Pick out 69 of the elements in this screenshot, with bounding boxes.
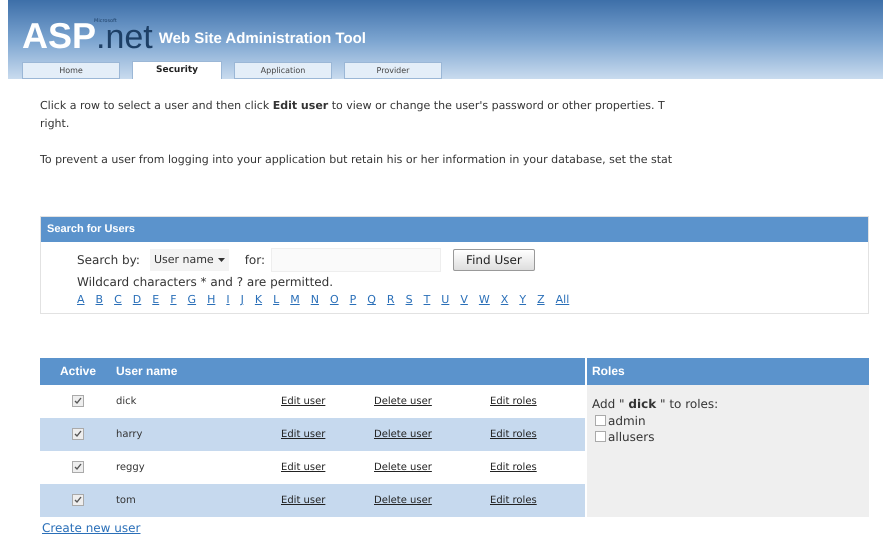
letter-link[interactable]: E xyxy=(152,292,160,308)
create-user-link[interactable]: Create new user xyxy=(42,518,140,536)
caret-icon xyxy=(218,258,225,262)
user-row[interactable]: harry Edit user Delete user Edit roles xyxy=(40,418,585,450)
user-name: reggy xyxy=(116,460,146,474)
delete-user-link[interactable]: Delete user xyxy=(374,460,490,474)
letter-link[interactable]: D xyxy=(132,292,142,308)
letter-link[interactable]: Y xyxy=(519,292,526,308)
letter-link[interactable]: B xyxy=(96,292,104,308)
tab[interactable]: Security xyxy=(132,61,222,79)
roles-prompt: Add " dick " to roles: xyxy=(591,396,720,412)
user-row[interactable]: tom Edit user Delete user Edit roles xyxy=(40,484,585,516)
letter-link[interactable]: A xyxy=(77,292,85,308)
user-name: harry xyxy=(116,428,144,442)
letter-link[interactable]: G xyxy=(188,292,196,308)
tab[interactable]: Provider xyxy=(344,62,442,79)
edit-roles-link[interactable]: Edit roles xyxy=(490,492,537,508)
letter-link[interactable]: R xyxy=(386,292,395,308)
letter-link[interactable]: S xyxy=(406,292,413,308)
letter-link[interactable]: V xyxy=(460,292,468,308)
app-title: Web Site Administration Tool xyxy=(158,28,366,48)
letter-link[interactable]: O xyxy=(330,292,339,308)
letter-link[interactable]: F xyxy=(170,292,177,308)
letter-link[interactable]: T xyxy=(424,292,430,308)
role-label: admin xyxy=(608,412,646,428)
delete-user-link[interactable]: Delete user xyxy=(374,426,490,442)
field-label: Search by: xyxy=(77,252,140,269)
tab[interactable]: Home xyxy=(22,62,120,79)
intro-text: right. xyxy=(40,116,70,132)
letter-link[interactable]: W xyxy=(478,292,490,308)
edit-roles-link[interactable]: Edit roles xyxy=(490,460,537,474)
delete-user-link[interactable]: Delete user xyxy=(374,394,490,408)
intro-text: To prevent a user from logging into your application but retain his or her information in your database, set the stat xyxy=(40,152,674,168)
field-label: for: xyxy=(244,252,266,269)
intro-text: Click a row to select a user and then click Edit user to view or change the user's password or other properties. T xyxy=(40,98,666,114)
panel-title: Roles xyxy=(587,358,869,384)
edit-user-link[interactable]: Edit user xyxy=(281,492,374,508)
column-header: User name xyxy=(116,363,178,380)
letter-link[interactable]: U xyxy=(441,292,450,308)
edit-roles-link[interactable]: Edit roles xyxy=(490,394,537,408)
edit-user-link[interactable]: Edit user xyxy=(281,426,374,442)
letter-link[interactable]: N xyxy=(310,292,319,308)
letter-link[interactable]: Q xyxy=(367,292,376,308)
wildcard-hint: Wildcard characters * and ? are permitted. xyxy=(76,274,334,291)
edit-roles-link[interactable]: Edit roles xyxy=(490,426,537,442)
tab[interactable]: Application xyxy=(234,62,332,79)
letter-link[interactable]: M xyxy=(290,292,300,308)
user-name: dick xyxy=(116,394,138,408)
letter-link[interactable]: All xyxy=(556,292,570,308)
role-checkbox[interactable] xyxy=(595,415,606,426)
edit-user-link[interactable]: Edit user xyxy=(281,394,374,408)
letter-link[interactable]: I xyxy=(226,292,230,308)
letter-link[interactable]: K xyxy=(254,292,262,308)
user-name: tom xyxy=(116,494,137,508)
role-label: allusers xyxy=(608,428,654,444)
letter-link[interactable]: X xyxy=(500,292,508,308)
role-checkbox[interactable] xyxy=(595,431,606,442)
edit-user-link[interactable]: Edit user xyxy=(281,460,374,474)
letter-link[interactable]: L xyxy=(273,292,280,308)
delete-user-link[interactable]: Delete user xyxy=(374,492,490,508)
find-user-button[interactable]: Find User xyxy=(453,249,535,271)
column-header: Active xyxy=(58,363,98,380)
letter-link[interactable]: J xyxy=(240,292,244,308)
letter-link[interactable]: H xyxy=(207,292,216,308)
search-by-dropdown[interactable]: User name xyxy=(150,249,229,271)
panel-title: Search for Users xyxy=(41,217,868,242)
letter-link[interactable]: Z xyxy=(537,292,545,308)
letter-link[interactable]: C xyxy=(114,292,122,308)
letter-link[interactable]: P xyxy=(350,292,356,308)
